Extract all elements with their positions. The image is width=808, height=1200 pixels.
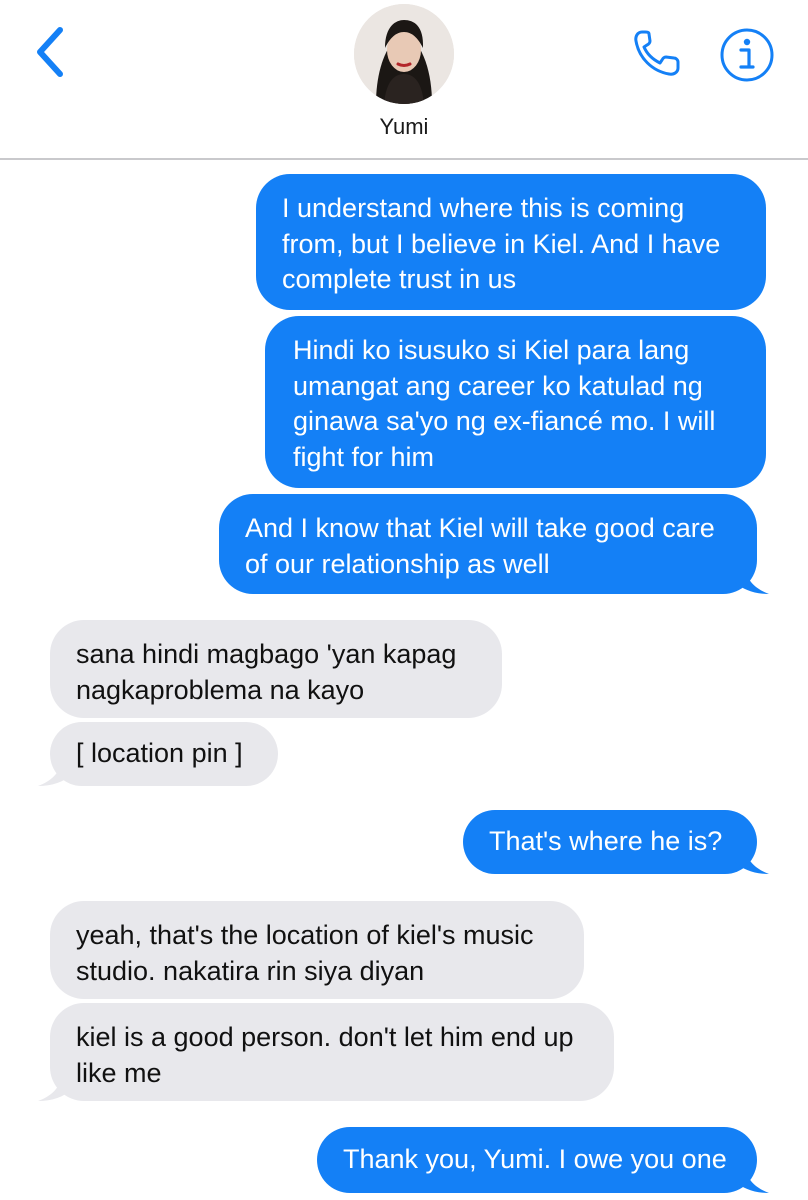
- message-bubble-sent[interactable]: That's where he is?: [463, 810, 769, 874]
- bubble-tail: [38, 1071, 72, 1101]
- message-text: Thank you, Yumi. I owe you one: [343, 1144, 727, 1174]
- contact-name[interactable]: Yumi: [0, 114, 808, 140]
- message-text: sana hindi magbago 'yan kapag nagkaprobl…: [76, 639, 457, 705]
- message-text: kiel is a good person. don't let him end…: [76, 1022, 574, 1088]
- bubble-tail: [38, 756, 72, 786]
- phone-icon: [634, 30, 680, 76]
- avatar-photo: [354, 4, 454, 104]
- message-text: And I know that Kiel will take good care…: [245, 513, 715, 579]
- message-bubble-received[interactable]: kiel is a good person. don't let him end…: [38, 1003, 614, 1101]
- message-text: [ location pin ]: [76, 738, 243, 768]
- info-button[interactable]: [718, 26, 776, 84]
- bubble-tail: [735, 844, 769, 874]
- message-bubble-sent[interactable]: Hindi ko isusuko si Kiel para lang umang…: [265, 316, 766, 488]
- conversation-header: Yumi: [0, 0, 808, 158]
- back-button[interactable]: [28, 24, 76, 80]
- message-bubble-sent[interactable]: And I know that Kiel will take good care…: [219, 494, 769, 594]
- call-button[interactable]: [628, 26, 688, 82]
- message-text: yeah, that's the location of kiel's musi…: [76, 920, 534, 986]
- info-icon: [720, 28, 774, 82]
- message-bubble-received[interactable]: [ location pin ]: [38, 722, 278, 786]
- message-text: Hindi ko isusuko si Kiel para lang umang…: [293, 335, 716, 472]
- message-text: I understand where this is coming from, …: [282, 193, 721, 294]
- message-bubble-sent[interactable]: Thank you, Yumi. I owe you one: [317, 1127, 769, 1193]
- chevron-left-icon: [37, 27, 63, 77]
- bubble-tail: [735, 564, 769, 594]
- message-bubble-received[interactable]: sana hindi magbago 'yan kapag nagkaprobl…: [50, 620, 502, 718]
- header-divider: [0, 158, 808, 160]
- bubble-tail: [735, 1163, 769, 1193]
- message-text: That's where he is?: [489, 826, 723, 856]
- message-bubble-received[interactable]: yeah, that's the location of kiel's musi…: [50, 901, 584, 999]
- contact-avatar[interactable]: [354, 4, 454, 104]
- message-bubble-sent[interactable]: I understand where this is coming from, …: [256, 174, 766, 310]
